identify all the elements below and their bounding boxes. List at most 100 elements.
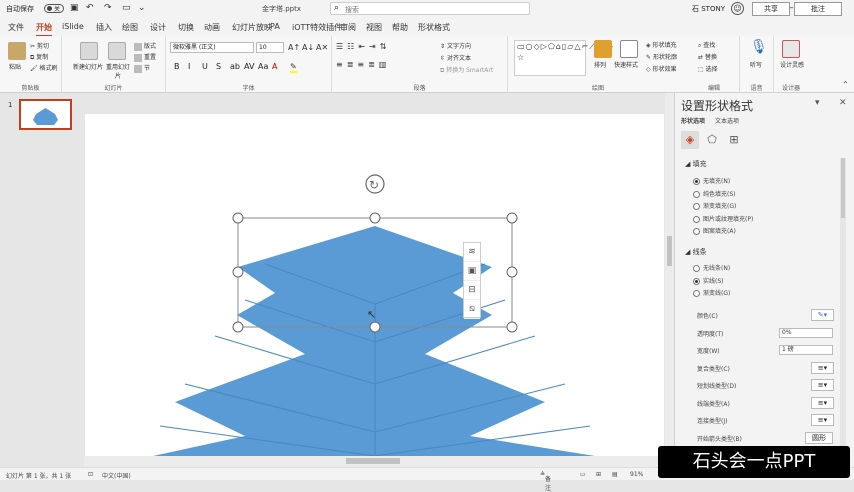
arrange-button[interactable]: 排列: [594, 60, 606, 69]
select-button[interactable]: ⬚ 选择: [698, 64, 718, 73]
vertical-scrollbar[interactable]: [665, 93, 674, 456]
pyramid-graphic[interactable]: ↻ ↖: [85, 114, 664, 456]
pane-scroll-thumb[interactable]: [841, 158, 845, 218]
redo-icon[interactable]: ↷: [104, 3, 112, 13]
fill-option[interactable]: 渐变填充(G): [693, 201, 736, 210]
tab-9[interactable]: PA: [270, 22, 280, 31]
resize-handle[interactable]: [369, 321, 381, 333]
format-painter-button[interactable]: 🖌 格式刷: [30, 63, 58, 72]
transparency-field[interactable]: 0%: [779, 327, 833, 338]
save-icon[interactable]: ▣: [70, 3, 79, 13]
line-prop-dropdown[interactable]: ≡▾: [811, 396, 834, 409]
reading-view-icon[interactable]: ▤: [612, 471, 618, 478]
pane-options-icon[interactable]: ▾: [815, 98, 820, 108]
tab-2[interactable]: iSlide: [62, 22, 84, 31]
new-slide-button[interactable]: 新建幻灯片: [68, 62, 108, 71]
undo-icon[interactable]: ↶: [86, 3, 94, 13]
tab-8[interactable]: 幻灯片放映: [232, 22, 272, 33]
pyramid-shape[interactable]: [153, 226, 595, 456]
copy-button[interactable]: ⧉ 复制: [30, 52, 48, 62]
size-properties-icon[interactable]: ⊞: [725, 131, 743, 149]
tab-7[interactable]: 动画: [204, 22, 220, 33]
horizontal-scrollbar[interactable]: [84, 456, 665, 467]
resize-handle[interactable]: [506, 212, 518, 224]
quick-styles-icon[interactable]: [620, 40, 638, 58]
slide-canvas[interactable]: ↻ ↖ ≋ ▣ ⊟ ⧅: [84, 93, 665, 456]
line-prop-dropdown[interactable]: ≡▾: [811, 379, 834, 391]
layout-options-icon[interactable]: ≋: [464, 243, 480, 262]
customize-qat-icon[interactable]: ⌄: [138, 3, 146, 13]
font-format-button[interactable]: B: [174, 62, 180, 71]
reuse-slides-button[interactable]: 重用幻灯片: [104, 62, 132, 80]
tab-13[interactable]: 帮助: [392, 22, 408, 33]
tab-5[interactable]: 设计: [150, 22, 166, 33]
paste-icon[interactable]: [8, 42, 26, 60]
font-format-button[interactable]: AV: [244, 62, 254, 71]
resize-handle[interactable]: [506, 321, 518, 333]
design-ideas-icon[interactable]: [782, 40, 800, 58]
design-ideas-button[interactable]: 设计灵感: [780, 60, 804, 69]
font-name-select[interactable]: 微软雅黑 (正文): [170, 42, 254, 53]
zoom-level[interactable]: 91%: [630, 471, 643, 478]
chart-filter-icon[interactable]: ⊟: [464, 281, 480, 300]
slide[interactable]: ↻ ↖: [85, 114, 664, 456]
microphone-icon[interactable]: 🎙: [750, 39, 768, 55]
paste-button[interactable]: 粘贴: [9, 62, 21, 71]
section-button[interactable]: 节: [134, 63, 150, 73]
font-size-select[interactable]: 10: [256, 42, 284, 53]
find-button[interactable]: ⌕ 查找: [698, 40, 715, 50]
resize-handle[interactable]: [232, 212, 244, 224]
shapes-gallery[interactable]: ▭○◇▷⬠⌂▯▱△⌐⟋⟍{}☆: [514, 40, 614, 76]
tab-12[interactable]: 视图: [366, 22, 382, 33]
font-format-button[interactable]: U: [202, 62, 208, 71]
reuse-slides-icon[interactable]: [108, 42, 126, 60]
arrange-icon[interactable]: [594, 40, 612, 58]
tab-shape-options[interactable]: 形状选项: [681, 118, 705, 125]
line-color-dropdown[interactable]: ✎▾: [811, 309, 834, 321]
resize-handle[interactable]: [369, 212, 381, 224]
resize-handle[interactable]: [506, 266, 518, 278]
cut-button[interactable]: ✂ 剪切: [30, 41, 49, 50]
new-slide-icon[interactable]: [80, 42, 98, 60]
fill-section-header[interactable]: ◢ 填充: [685, 159, 707, 169]
avatar[interactable]: ☺: [731, 2, 744, 15]
list-buttons-icon[interactable]: ☰☷⇤⇥⇅: [336, 42, 390, 51]
tab-11[interactable]: 审阅: [340, 22, 356, 33]
sorter-view-icon[interactable]: ⊞: [596, 471, 601, 478]
pane-scrollbar[interactable]: [840, 158, 846, 458]
tab-3[interactable]: 插入: [96, 22, 112, 33]
shape-fill-button[interactable]: ◈ 形状填充: [646, 40, 677, 49]
smartart-button[interactable]: ⧉ 转换为 SmartArt: [440, 65, 493, 75]
tab-1[interactable]: 开始: [36, 22, 52, 37]
fill-line-icon[interactable]: ◈: [681, 131, 699, 149]
autosave-toggle[interactable]: 关: [44, 4, 64, 13]
shape-effects-button[interactable]: ◇ 形状效果: [646, 64, 677, 73]
resize-handle[interactable]: [232, 266, 244, 278]
font-format-button[interactable]: A: [272, 62, 277, 71]
line-option[interactable]: 渐变线(G): [693, 288, 730, 297]
line-prop-dropdown[interactable]: 圆形: [805, 431, 833, 444]
search-box[interactable]: ⌕ 搜索: [330, 2, 530, 15]
slide-thumbnail[interactable]: [19, 99, 72, 130]
clear-format-icon[interactable]: A✕: [316, 43, 328, 52]
tab-4[interactable]: 绘图: [122, 22, 138, 33]
user-name[interactable]: 石 STONY: [692, 4, 725, 14]
fill-option[interactable]: 纯色填充(S): [693, 189, 736, 198]
font-format-button[interactable]: Aa: [258, 62, 268, 71]
shrink-font-icon[interactable]: A↓: [302, 43, 314, 52]
resize-handle[interactable]: [232, 321, 244, 333]
fill-option[interactable]: 图案填充(A): [693, 226, 736, 235]
line-option[interactable]: 实线(S): [693, 276, 724, 285]
share-button[interactable]: 共享: [752, 2, 790, 16]
accessibility-icon[interactable]: ⊡: [88, 471, 93, 478]
highlight-icon[interactable]: ✎: [290, 62, 297, 73]
format-icon[interactable]: ⧅: [464, 300, 480, 319]
effects-pentagon-icon[interactable]: ⬠: [703, 131, 721, 149]
align-buttons-icon[interactable]: ≡≣≡≣▥: [336, 60, 390, 69]
dictate-button[interactable]: 听写: [750, 60, 762, 69]
normal-view-icon[interactable]: ▭: [580, 471, 586, 478]
pane-close-icon[interactable]: ✕: [839, 98, 847, 108]
tab-text-options[interactable]: 文本选项: [715, 118, 739, 125]
text-direction-button[interactable]: ⇕ 文字方向: [440, 41, 471, 50]
language-status[interactable]: 中文(中国): [102, 471, 131, 480]
